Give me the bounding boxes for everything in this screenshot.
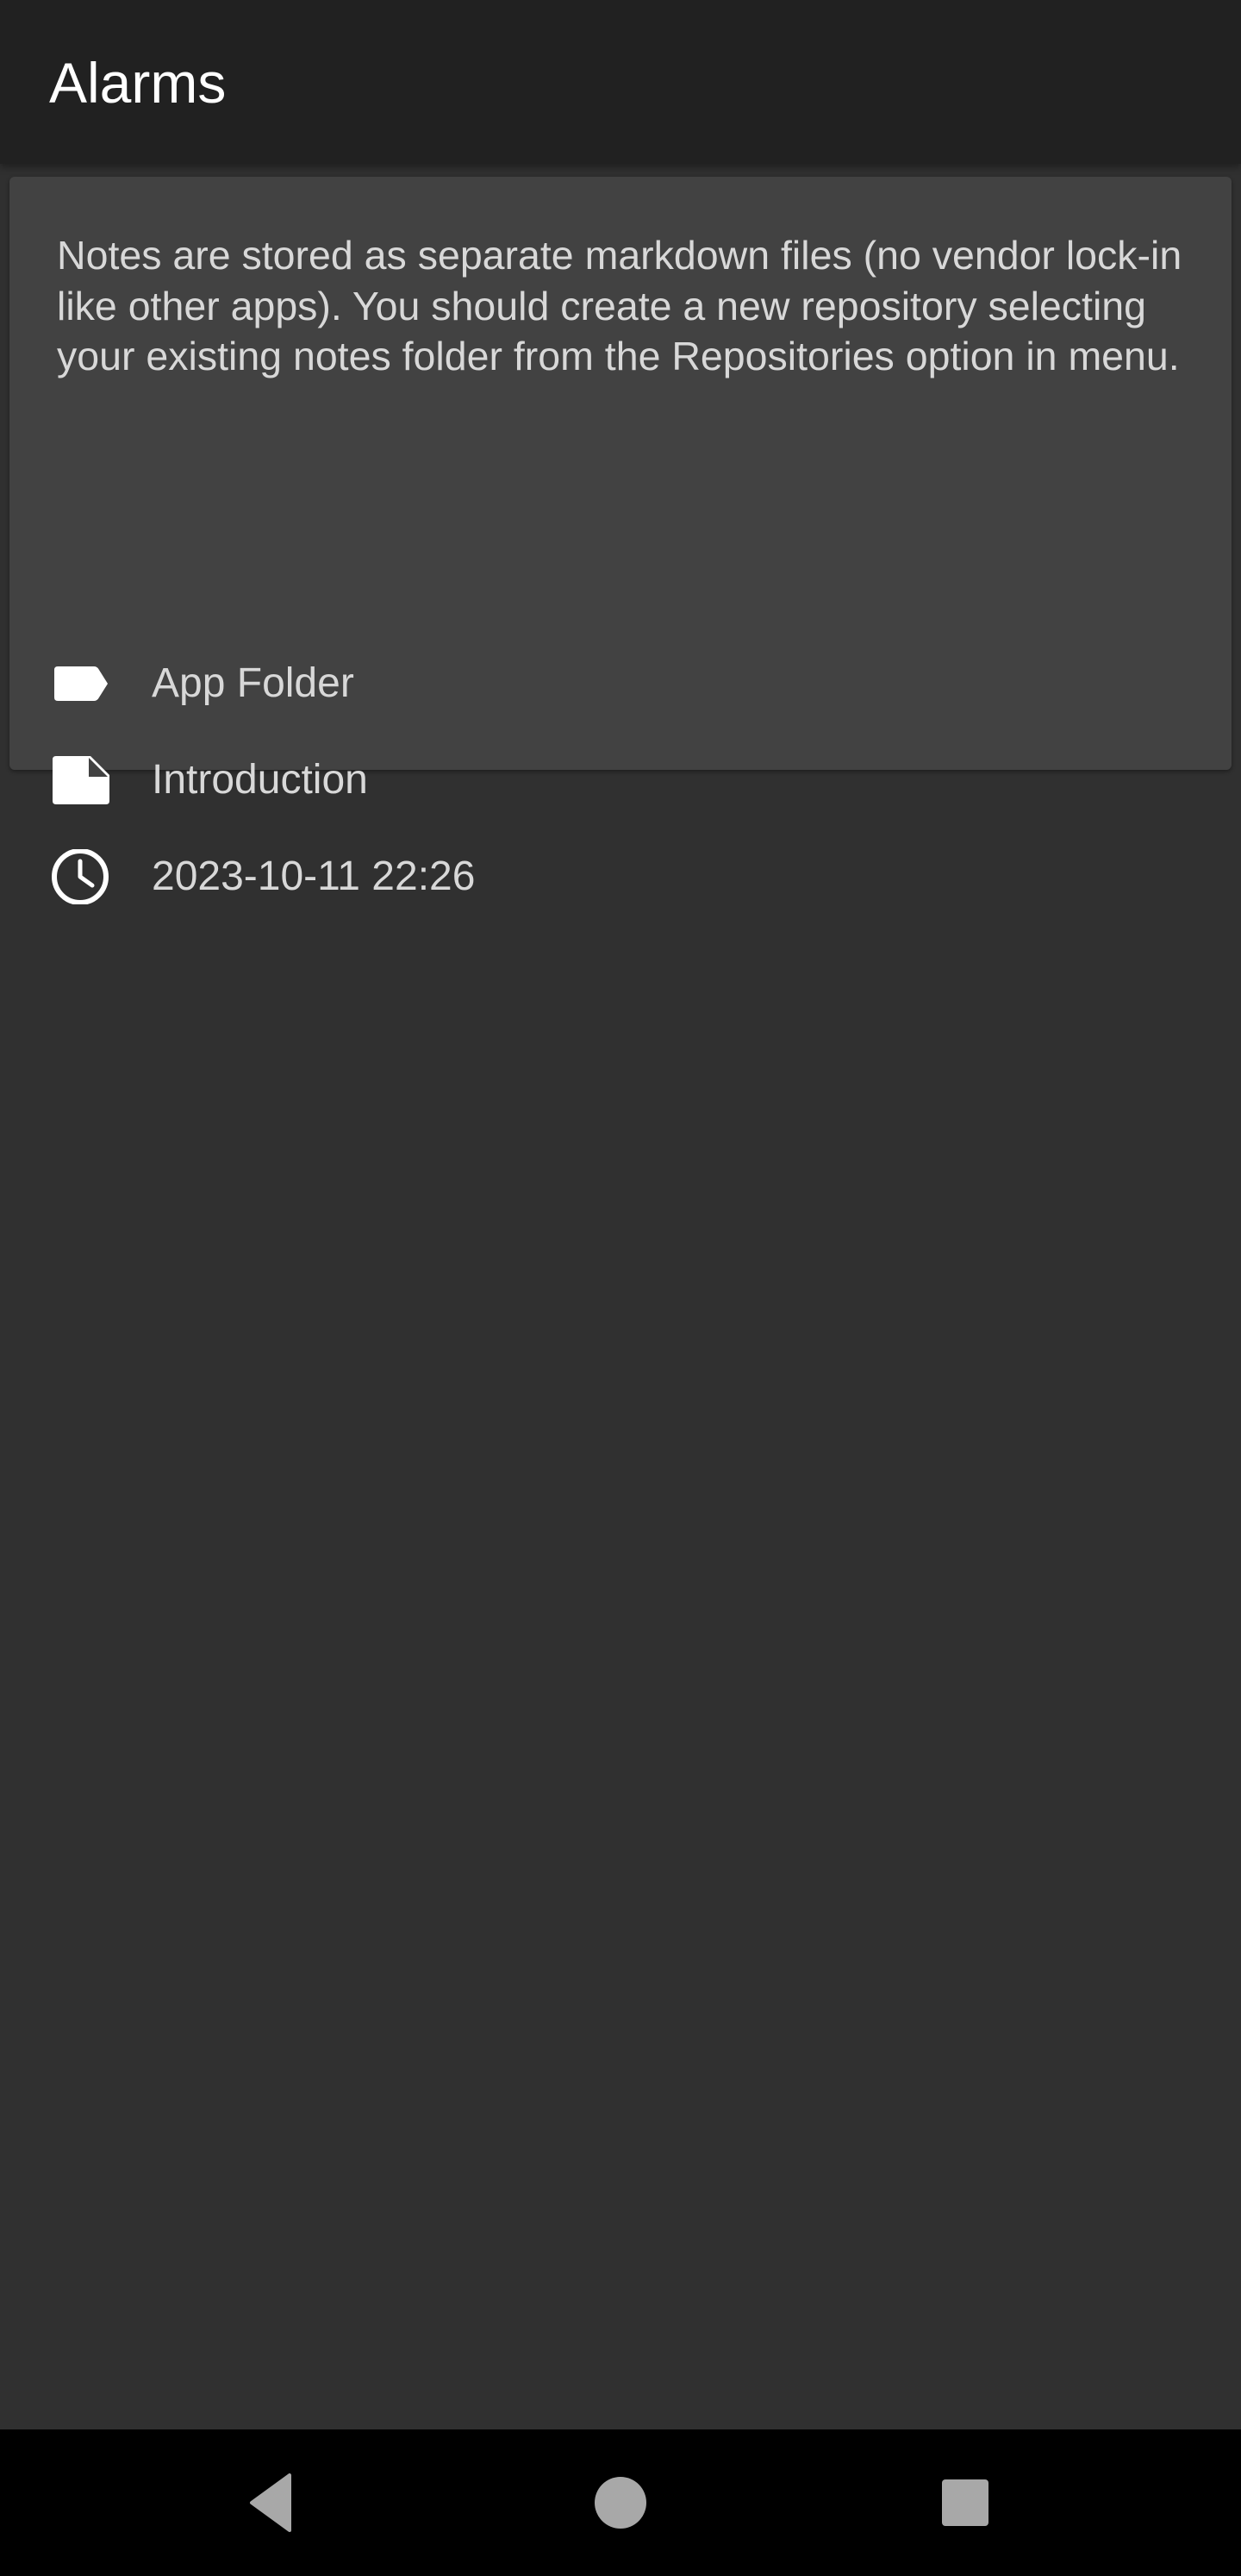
- nav-home-button[interactable]: [552, 2429, 689, 2576]
- page-title: Alarms: [49, 51, 227, 115]
- note-folder-row: App Folder: [49, 649, 1169, 718]
- nav-recents-button[interactable]: [896, 2429, 1034, 2576]
- note-notebook-label: Introduction: [152, 757, 368, 803]
- note-icon: [53, 756, 109, 804]
- note-notebook-row: Introduction: [49, 746, 1169, 815]
- recents-square-icon: [942, 2479, 988, 2526]
- note-card[interactable]: Notes are stored as separate markdown fi…: [9, 177, 1232, 904]
- note-preview-text: Notes are stored as separate markdown fi…: [57, 233, 1182, 378]
- note-folder-label: App Folder: [152, 660, 354, 706]
- note-alarm-row: 2023-10-11 22:26: [49, 842, 1169, 911]
- label-icon: [54, 666, 108, 701]
- app-bar: Alarms: [0, 0, 1241, 164]
- nav-back-button[interactable]: [207, 2429, 345, 2576]
- clock-icon: [52, 849, 109, 904]
- system-nav-bar: [0, 2429, 1241, 2576]
- back-triangle-icon: [250, 2473, 291, 2532]
- home-circle-icon: [595, 2477, 646, 2529]
- note-alarm-time: 2023-10-11 22:26: [152, 853, 476, 899]
- alarms-screen: Alarms Notes are stored as separate mark…: [0, 0, 1241, 2576]
